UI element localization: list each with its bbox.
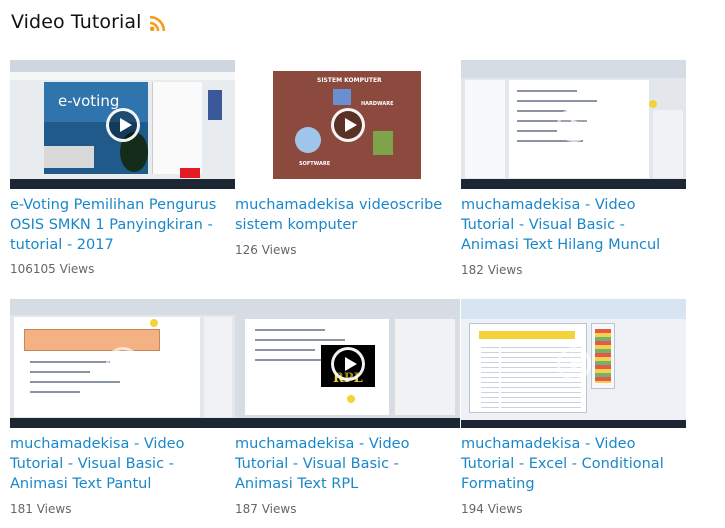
thumb-hardware-text: HARDWARE <box>361 101 394 107</box>
rss-feed-icon[interactable] <box>149 15 166 32</box>
play-icon[interactable] <box>330 346 365 381</box>
view-count: 182 Views <box>461 263 523 277</box>
play-icon[interactable] <box>105 107 140 142</box>
video-title-link[interactable]: muchamadekisa - Video Tutorial - Visual … <box>461 195 686 255</box>
video-title-link[interactable]: muchamadekisa - Video Tutorial - Visual … <box>235 434 460 494</box>
thumb-evoting-text: e-voting <box>58 92 120 110</box>
video-thumbnail[interactable]: SISTEM KOMPUTER HARDWARE SOFTWARE <box>235 60 460 189</box>
view-count: 126 Views <box>235 243 297 257</box>
video-thumbnail[interactable] <box>461 60 686 189</box>
thumb-software-text: SOFTWARE <box>299 161 331 167</box>
video-thumbnail[interactable] <box>461 299 686 428</box>
view-count: 106105 Views <box>10 262 95 276</box>
view-count: 181 Views <box>10 502 72 516</box>
section-title: Video Tutorial <box>11 11 142 33</box>
thumb-sistem-komputer-text: SISTEM KOMPUTER <box>317 77 382 84</box>
video-card[interactable]: muchamadekisa - Video Tutorial - Excel -… <box>461 299 686 516</box>
video-title-link[interactable]: muchamadekisa - Video Tutorial - Excel -… <box>461 434 686 494</box>
video-thumbnail[interactable]: RPL <box>235 299 460 428</box>
video-card[interactable]: muchamadekisa - Video Tutorial - Visual … <box>10 299 235 516</box>
view-count: 194 Views <box>461 502 523 516</box>
play-icon[interactable] <box>105 346 140 381</box>
video-card[interactable]: SISTEM KOMPUTER HARDWARE SOFTWARE mucham… <box>235 60 460 257</box>
play-icon[interactable] <box>330 107 365 142</box>
view-count: 187 Views <box>235 502 297 516</box>
play-icon[interactable] <box>556 107 591 142</box>
video-card[interactable]: muchamadekisa - Video Tutorial - Visual … <box>461 60 686 277</box>
play-icon[interactable] <box>556 346 591 381</box>
section-header: Video Tutorial <box>11 8 166 36</box>
video-thumbnail[interactable] <box>10 299 235 428</box>
video-thumbnail[interactable]: e-voting <box>10 60 235 189</box>
video-title-link[interactable]: muchamadekisa videoscribe sistem kompute… <box>235 195 460 235</box>
video-card[interactable]: RPL muchamadekisa - Video Tutorial - Vis… <box>235 299 460 516</box>
video-card[interactable]: e-voting e-Voting Pemilihan Pengurus OSI… <box>10 60 235 276</box>
video-title-link[interactable]: muchamadekisa - Video Tutorial - Visual … <box>10 434 235 494</box>
video-title-link[interactable]: e-Voting Pemilihan Pengurus OSIS SMKN 1 … <box>10 195 235 255</box>
